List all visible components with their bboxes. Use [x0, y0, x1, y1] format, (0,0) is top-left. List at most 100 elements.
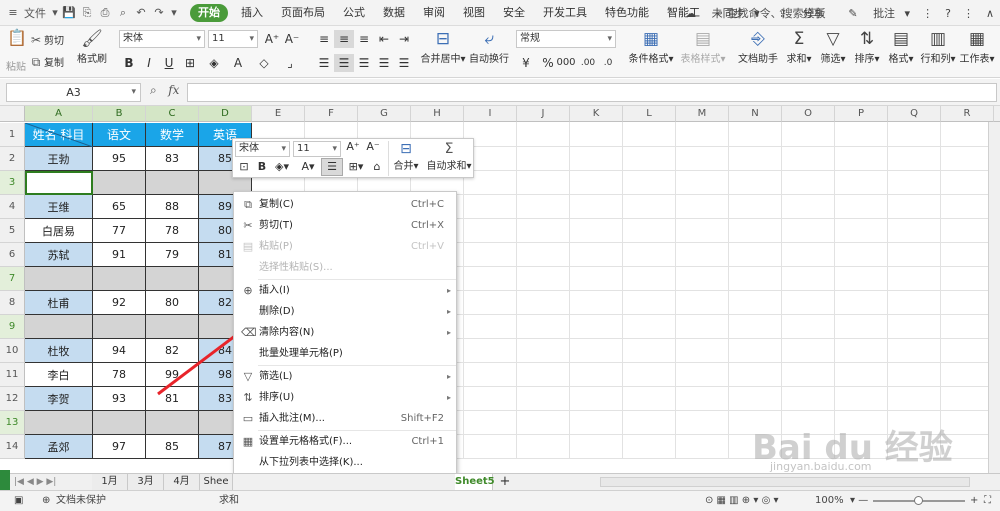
column-header-k[interactable]: K [570, 106, 623, 122]
row-header-4[interactable]: 4 [0, 195, 25, 219]
customize-icon[interactable]: ▾ [168, 6, 180, 19]
file-menu[interactable]: 文件 [20, 5, 50, 21]
tab-view[interactable]: 视图 [454, 0, 494, 26]
table-cell[interactable]: 91 [93, 243, 146, 267]
decrease-decimal-icon[interactable]: .0 [598, 54, 618, 72]
context-menu-item[interactable]: ▭ 插入批注(M)... Shift+F2 [234, 408, 456, 429]
filter-button[interactable]: ▽ 筛选▾ [816, 28, 850, 65]
table-header-cell[interactable]: 数学 [146, 123, 199, 147]
column-header-d[interactable]: D [199, 106, 252, 122]
column-header-c[interactable]: C [146, 106, 199, 122]
table-cell[interactable] [25, 267, 93, 291]
table-cell[interactable]: 88 [146, 195, 199, 219]
column-header-o[interactable]: O [782, 106, 835, 122]
table-cell[interactable]: 王勃 [25, 147, 93, 171]
align-middle-icon[interactable]: ≡ [334, 30, 354, 48]
more-icon[interactable]: ⋮ [916, 7, 939, 20]
table-header-cell[interactable]: 语文 [93, 123, 146, 147]
table-cell[interactable] [93, 411, 146, 435]
table-cell[interactable]: 80 [146, 291, 199, 315]
distributed-icon[interactable]: ☰ [394, 54, 414, 72]
row-header-10[interactable]: 10 [0, 339, 25, 363]
table-cell[interactable]: 65 [93, 195, 146, 219]
table-style-button[interactable]: ▤ 表格样式▾ [678, 28, 728, 65]
font-color-icon[interactable]: A [228, 54, 248, 72]
mini-paint-icon[interactable]: ⌂ [369, 160, 385, 173]
mini-merge-button[interactable]: ⊟ 合并▾ [391, 141, 421, 172]
row-header-7[interactable]: 7 [0, 267, 25, 291]
horizontal-scrollbar[interactable] [600, 477, 970, 487]
font-size-select[interactable]: 11 [208, 30, 258, 48]
table-cell[interactable] [146, 267, 199, 291]
mini-autosum-button[interactable]: Σ 自动求和▾ [425, 141, 473, 172]
mini-bold-button[interactable]: B [255, 160, 269, 173]
format-button[interactable]: ▤ 格式▾ [884, 28, 918, 65]
table-cell[interactable]: 杜甫 [25, 291, 93, 315]
print-icon[interactable]: ⎙ [96, 6, 114, 20]
sum-button[interactable]: Σ 求和▾ [782, 28, 816, 65]
column-header-i[interactable]: I [464, 106, 517, 122]
paste-label[interactable]: 粘贴 [6, 58, 26, 73]
fullscreen-icon[interactable]: ⛶ [984, 491, 991, 511]
context-menu-item[interactable]: ⧉ 复制(C) Ctrl+C [234, 194, 456, 215]
cut-button[interactable]: ✂ 剪切 [28, 32, 64, 48]
table-cell[interactable]: 王维 [25, 195, 93, 219]
table-cell[interactable]: 孟郊 [25, 435, 93, 459]
row-header-5[interactable]: 5 [0, 219, 25, 243]
zoom-search-icon[interactable]: ⌕ [150, 83, 157, 97]
table-cell[interactable] [93, 171, 146, 195]
add-sheet-button[interactable]: + [495, 474, 515, 490]
row-header-6[interactable]: 6 [0, 243, 25, 267]
sheet-nav-icons[interactable]: |◀ ◀ ▶ ▶| [14, 474, 56, 490]
redo-icon[interactable]: ↷ [150, 6, 168, 19]
tab-features[interactable]: 特色功能 [596, 0, 658, 26]
spreadsheet-grid[interactable]: ABCDEFGHIJKLMNOPQRS1234567891011121314姓名… [0, 106, 1000, 473]
border-icon[interactable]: ⊞ [180, 54, 200, 72]
sheet-tab-jan[interactable]: 1月 [92, 474, 128, 490]
context-menu-item[interactable]: 批量处理单元格(P) [234, 343, 456, 364]
share-button[interactable]: ⇪ 分享 [766, 5, 837, 21]
table-cell[interactable]: 李贺 [25, 387, 93, 411]
align-right-icon[interactable]: ☰ [354, 54, 374, 72]
table-cell[interactable]: 93 [93, 387, 146, 411]
table-cell[interactable] [93, 315, 146, 339]
column-header-p[interactable]: P [835, 106, 888, 122]
dialog-launcher-icon[interactable]: ⌟ [280, 54, 300, 72]
mini-fill-icon[interactable]: ◈▾ [271, 160, 293, 173]
context-menu-item[interactable]: ▦ 设置单元格格式(F)... Ctrl+1 [234, 431, 456, 452]
table-cell[interactable]: 83 [146, 147, 199, 171]
table-cell[interactable] [25, 171, 93, 195]
tab-page-layout[interactable]: 页面布局 [272, 0, 334, 26]
row-header-1[interactable]: 1 [0, 123, 25, 147]
column-header-s[interactable]: S [994, 106, 1000, 122]
tab-review[interactable]: 审阅 [414, 0, 454, 26]
font-grow-icon[interactable]: A⁺ [262, 30, 282, 48]
row-col-button[interactable]: ▥ 行和列▾ [918, 28, 958, 65]
mini-font-shrink-icon[interactable]: A⁻ [365, 140, 381, 153]
font-shrink-icon[interactable]: A⁻ [282, 30, 302, 48]
align-center-icon[interactable]: ☰ [334, 54, 354, 72]
row-header-14[interactable]: 14 [0, 435, 25, 459]
align-bottom-icon[interactable]: ≡ [354, 30, 374, 48]
view-icons[interactable]: ⊙ ▦ ▥ ⊕ ▾ ◎ ▾ [705, 491, 779, 511]
table-cell[interactable]: 78 [93, 363, 146, 387]
zoom-slider-handle[interactable] [914, 496, 923, 505]
mini-border-icon[interactable]: ⊞▾ [345, 160, 367, 173]
tab-formula[interactable]: 公式 [334, 0, 374, 26]
macro-icon[interactable]: ▣ [14, 491, 23, 511]
select-all-corner[interactable] [0, 106, 25, 122]
table-cell[interactable]: 79 [146, 243, 199, 267]
clear-format-icon[interactable]: ◇ [254, 54, 274, 72]
table-cell[interactable]: 94 [93, 339, 146, 363]
justify-icon[interactable]: ☰ [374, 54, 394, 72]
format-painter-button[interactable]: 🖌 格式刷 [70, 28, 114, 65]
table-cell[interactable] [25, 411, 93, 435]
sheet-tab-sheet[interactable]: Shee [200, 474, 233, 490]
protect-status[interactable]: 文档未保护 [56, 491, 106, 511]
table-cell[interactable]: 97 [93, 435, 146, 459]
context-menu-item[interactable]: ▽ 筛选(L) ▸ [234, 366, 456, 387]
column-header-m[interactable]: M [676, 106, 729, 122]
context-menu-item[interactable]: ✂ 剪切(T) Ctrl+X [234, 215, 456, 236]
help-button[interactable]: ? [939, 7, 957, 20]
column-header-r[interactable]: R [941, 106, 994, 122]
